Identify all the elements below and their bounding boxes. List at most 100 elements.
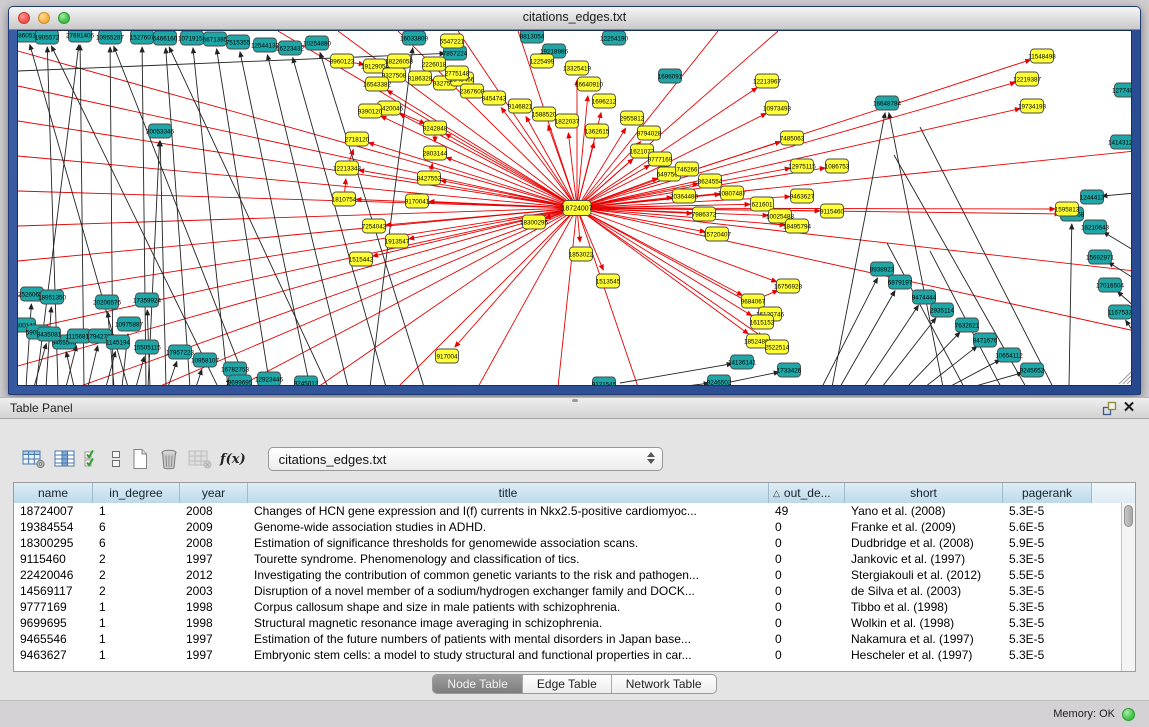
table-row[interactable]: 1456911722003Disruption of a novel membe… [14,583,1121,599]
table-row[interactable]: 969969511998Structural magnetic resonanc… [14,615,1121,631]
graph-node[interactable]: 9794028 [637,126,662,140]
graph-node[interactable]: 12774031 [1112,83,1132,97]
graph-node[interactable]: 1515442 [349,252,374,266]
tab-network-table[interactable]: Network Table [611,675,716,693]
graph-node[interactable]: 18951350 [38,290,67,304]
graph-node[interactable]: 746266 [676,162,699,176]
graph-node[interactable]: 16543382 [363,77,392,91]
graph-node[interactable]: 1362615 [585,124,610,138]
graph-node[interactable]: 1513545 [596,274,621,288]
row-height-button[interactable] [110,445,122,473]
graph-node[interactable]: 18300295 [520,215,549,229]
delete-table-button[interactable] [158,445,180,473]
graph-node[interactable]: 5547221 [440,34,465,48]
graph-node[interactable]: 1733426 [777,363,802,377]
graph-node[interactable]: 7632621 [955,318,980,332]
graph-node[interactable]: 8435081 [37,327,62,341]
graph-node[interactable]: 8427552 [417,171,442,185]
graph-node[interactable]: 7986372 [692,207,717,221]
scrollbar-thumb[interactable] [1124,505,1133,527]
graph-node[interactable]: 8186328 [408,71,433,85]
table-row[interactable]: 977716911998Corpus callosum shape and si… [14,599,1121,615]
column-header-out-de-[interactable]: △out_de... [769,483,845,503]
graph-node[interactable]: 16756928 [774,279,803,293]
graph-node[interactable]: 9242848 [423,121,448,135]
column-header-short[interactable]: short [845,483,1003,503]
graph-node[interactable]: 19734193 [1018,99,1047,113]
graph-node[interactable]: 13325419 [563,61,592,75]
new-table-button[interactable] [130,445,150,473]
graph-node[interactable]: 12213967 [753,74,782,88]
graph-node[interactable]: 8960123 [330,54,355,68]
graph-node[interactable]: 7485063 [780,131,805,145]
graph-node[interactable]: 1225499 [530,54,555,68]
select-columns-button[interactable] [84,445,102,473]
graph-node[interactable]: 2226018 [422,57,447,71]
column-header-in-degree[interactable]: in_degree [93,483,180,503]
table-scrollbar[interactable] [1121,503,1135,671]
graph-node[interactable]: 15692971 [1086,250,1115,264]
table-row[interactable]: 911546021997Tourette syndrome. Phenomeno… [14,551,1121,567]
graph-node[interactable]: 1588520 [532,107,557,121]
graph-node[interactable]: 20053346 [146,124,175,138]
column-header-year[interactable]: year [180,483,248,503]
graph-node[interactable]: 10975887 [115,317,144,331]
graph-node[interactable]: 16223432 [276,41,305,55]
graph-node[interactable]: 2955812 [620,111,645,125]
column-header-pagerank[interactable]: pagerank [1003,483,1092,503]
graph-node[interactable]: 9246502 [707,375,732,386]
graph-node[interactable]: 11548498 [1028,49,1056,63]
graph-node[interactable]: 9245652 [1020,363,1045,377]
graph-node[interactable]: 16648784 [873,96,902,110]
graph-node[interactable]: 1527607 [130,31,155,44]
canvas-resize-grip[interactable] [1119,372,1131,384]
graph-node[interactable]: 1853022 [569,247,594,261]
graph-node[interactable]: 9777169 [648,152,673,166]
graph-node[interactable]: 16640910 [575,77,604,91]
graph-node[interactable]: 9699695 [228,375,253,386]
graph-node[interactable]: 1086753 [825,159,850,173]
graph-node[interactable]: 1145194 [106,335,131,349]
graph-node[interactable]: 2718120 [345,132,370,146]
graph-node[interactable]: 9390120 [358,104,383,118]
panel-drag-handle[interactable] [572,399,578,402]
graph-node[interactable]: 1696212 [592,94,617,108]
graph-node[interactable]: 1913547 [385,234,410,248]
network-canvas[interactable]: 1860512190557227691406109552871527607646… [18,31,1132,386]
graph-node[interactable]: 16782753 [221,362,250,376]
graph-node[interactable]: 15505115 [133,340,161,354]
graph-node[interactable]: 12975115 [788,159,816,173]
graph-node[interactable]: 1167533 [1108,305,1132,319]
network-window-titlebar[interactable]: citations_edges.txt [9,7,1140,30]
graph-node[interactable]: 9115460 [820,204,845,218]
graph-node[interactable]: 9463627 [790,189,815,203]
graph-node[interactable]: 1595813 [1055,202,1080,216]
graph-node[interactable]: 6671385 [203,32,228,46]
graph-node[interactable]: 10807487 [718,186,747,200]
graph-node[interactable]: 6879197 [888,275,913,289]
table-row[interactable]: 946362711997Embryonic stem cells: a mode… [14,647,1121,663]
graph-node[interactable]: 14143120 [1108,135,1132,149]
column-header-name[interactable]: name [14,483,93,503]
graph-node[interactable]: 12219387 [1013,72,1042,86]
graph-node[interactable]: 9684067 [741,294,766,308]
graph-node[interactable]: 27691406 [66,31,95,42]
graph-node[interactable]: 17016504 [1096,278,1125,292]
function-builder-button[interactable]: f(x) [220,445,246,473]
graph-node[interactable]: 15720407 [703,227,732,241]
graph-node[interactable]: 10958107 [191,353,220,367]
graph-node[interactable]: 8813054 [520,31,545,43]
graph-node[interactable]: 7515355 [226,35,251,49]
graph-node[interactable]: 17359924 [133,293,162,307]
graph-node[interactable]: 9245012 [294,376,319,386]
graph-node[interactable]: 8938923 [870,262,895,276]
graph-node[interactable]: 20364486 [670,189,699,203]
graph-node[interactable]: 9170041 [405,194,430,208]
table-row[interactable]: 1872400712008Changes of HCN gene express… [14,503,1121,519]
table-selector-dropdown[interactable]: citations_edges.txt [268,447,663,471]
tab-edge-table[interactable]: Edge Table [522,675,611,693]
graph-node[interactable]: 2803144 [423,146,448,160]
graph-node[interactable]: 2522514 [765,340,790,354]
graph-node[interactable]: 16033809 [400,31,429,45]
graph-node[interactable]: 917004 [436,349,459,363]
